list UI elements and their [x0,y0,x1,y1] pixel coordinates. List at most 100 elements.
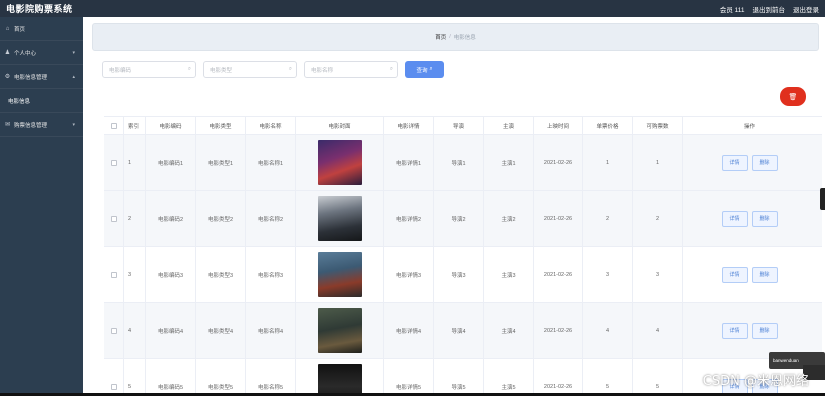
delete-button[interactable]: 删除 [751,266,778,283]
movie-poster [317,364,362,396]
header-director: 导演 [434,117,484,134]
chevron-down-icon: ▾ [72,49,75,56]
cell-date: 2021-02-26 [534,135,583,190]
trash-icon: 🗑 [788,93,798,101]
select-all-checkbox[interactable] [110,122,117,129]
movie-table: 索引 电影编码 电影类型 电影名称 电影封面 电影详情 导演 主演 上映时间 单… [104,116,822,396]
user-icon: ♟ [4,50,11,56]
movie-poster [317,252,362,297]
detail-button[interactable]: 详情 [721,210,748,227]
cell-name: 电影名称3 [246,247,296,302]
breadcrumb-separator: / [449,34,451,40]
main-content: 首页 / 电影信息 电影编码 ⌕ 电影类型 ⌕ 电影名称 ⌕ 查询 ⌕ 🗑 索引… [83,17,825,396]
movie-poster [317,308,362,353]
cell-tickets: 4 [633,303,683,358]
sidebar-item-home[interactable]: ⌂ 首页 [0,17,83,41]
placeholder-text: 电影编码 [109,67,132,74]
sidebar-item-label: 首页 [14,26,26,33]
search-icon: ⌕ [389,66,393,72]
cell-code: 电影编码5 [146,359,196,396]
cell-director: 导演1 [434,135,484,190]
top-bar: 电影院购票系统 会员 111 退出到前台 退出登录 [0,0,825,17]
delete-button[interactable]: 删除 [751,210,778,227]
cell-director: 导演2 [434,191,484,246]
row-checkbox[interactable] [110,215,117,222]
row-checkbox[interactable] [110,271,117,278]
gear-icon: ⚙ [4,74,11,80]
movie-type-input[interactable]: 电影类型 ⌕ [203,61,297,78]
cell-code: 电影编码4 [146,303,196,358]
sidebar-item-label: 购票信息管理 [14,122,48,129]
header-date: 上映时间 [534,117,583,134]
table-row: 4 电影编码4 电影类型4 电影名称4 电影详情4 导演4 主演4 2021-0… [104,303,822,359]
home-icon: ⌂ [5,25,10,32]
cell-code: 电影编码2 [146,191,196,246]
search-icon: ⌕ [429,66,433,72]
detail-button[interactable]: 详情 [721,266,748,283]
table-row: 1 电影编码1 电影类型1 电影名称1 电影详情1 导演1 主演1 2021-0… [104,135,822,191]
row-checkbox[interactable] [110,159,117,166]
cell-tickets: 5 [633,359,683,396]
select-all-cell [104,117,124,134]
cell-director: 导演4 [434,303,484,358]
cell-detail: 电影详情1 [384,135,434,190]
app-title: 电影院购票系统 [6,4,73,14]
breadcrumb: 首页 / 电影信息 [92,23,819,51]
movie-code-input[interactable]: 电影编码 ⌕ [102,61,196,78]
breadcrumb-home[interactable]: 首页 [435,33,446,41]
back-to-front-link[interactable]: 退出到前台 [753,4,786,14]
cell-code: 电影编码1 [146,135,196,190]
cell-detail: 电影详情2 [384,191,434,246]
cell-name: 电影名称1 [246,135,296,190]
sidebar-item-label: 电影信息 [8,98,31,105]
cell-name: 电影名称2 [246,191,296,246]
table-row: 2 电影编码2 电影类型2 电影名称2 电影详情2 导演2 主演2 2021-0… [104,191,822,247]
cell-detail: 电影详情3 [384,247,434,302]
cell-type: 电影类型2 [196,191,246,246]
chevron-down-icon: ▾ [72,121,75,128]
sidebar-subitem-movie-info[interactable]: 电影信息 [0,89,83,113]
row-checkbox[interactable] [110,383,117,390]
cell-name: 电影名称4 [246,303,296,358]
search-bar: 电影编码 ⌕ 电影类型 ⌕ 电影名称 ⌕ 查询 ⌕ [102,61,444,79]
placeholder-text: 电影名称 [311,67,334,74]
table-header: 索引 电影编码 电影类型 电影名称 电影封面 电影详情 导演 主演 上映时间 单… [104,116,822,135]
header-detail: 电影详情 [384,117,434,134]
cell-price: 1 [583,135,633,190]
detail-button[interactable]: 详情 [721,154,748,171]
popup-text: banwenduan [773,358,799,363]
watermark: CSDN @米恩网络 [702,374,809,389]
cell-actor: 主演3 [484,247,534,302]
query-button[interactable]: 查询 ⌕ [405,61,444,78]
sidebar-item-personal-center[interactable]: ♟ 个人中心 ▾ [0,41,83,65]
cell-name: 电影名称5 [246,359,296,396]
sidebar-item-movie-info-manage[interactable]: ⚙ 电影信息管理 ▴ [0,65,83,89]
cell-tickets: 1 [633,135,683,190]
delete-button[interactable]: 删除 [751,154,778,171]
batch-delete-button[interactable]: 🗑 [780,87,806,106]
header-cover: 电影封面 [296,117,384,134]
header-price: 单票价格 [583,117,633,134]
cell-price: 4 [583,303,633,358]
sidebar-item-ticket-manage[interactable]: ✉ 购票信息管理 ▾ [0,113,83,137]
table-row: 3 电影编码3 电影类型3 电影名称3 电影详情3 导演3 主演3 2021-0… [104,247,822,303]
logout-link[interactable]: 退出登录 [793,4,819,14]
header-index: 索引 [124,117,146,134]
movie-name-input[interactable]: 电影名称 ⌕ [304,61,398,78]
cell-index: 5 [124,359,146,396]
breadcrumb-current: 电影信息 [453,35,476,41]
cell-actor: 主演5 [484,359,534,396]
header-tickets: 可购票数 [633,117,683,134]
row-checkbox[interactable] [110,327,117,334]
detail-button[interactable]: 详情 [721,322,748,339]
movie-poster [317,140,362,185]
cell-price: 2 [583,191,633,246]
delete-button[interactable]: 删除 [751,322,778,339]
chevron-up-icon: ▴ [72,73,75,80]
side-panel-handle[interactable] [820,188,825,210]
cell-type: 电影类型1 [196,135,246,190]
header-name: 电影名称 [246,117,296,134]
sidebar-item-label: 个人中心 [14,50,37,57]
cell-director: 导演3 [434,247,484,302]
cell-price: 3 [583,247,633,302]
